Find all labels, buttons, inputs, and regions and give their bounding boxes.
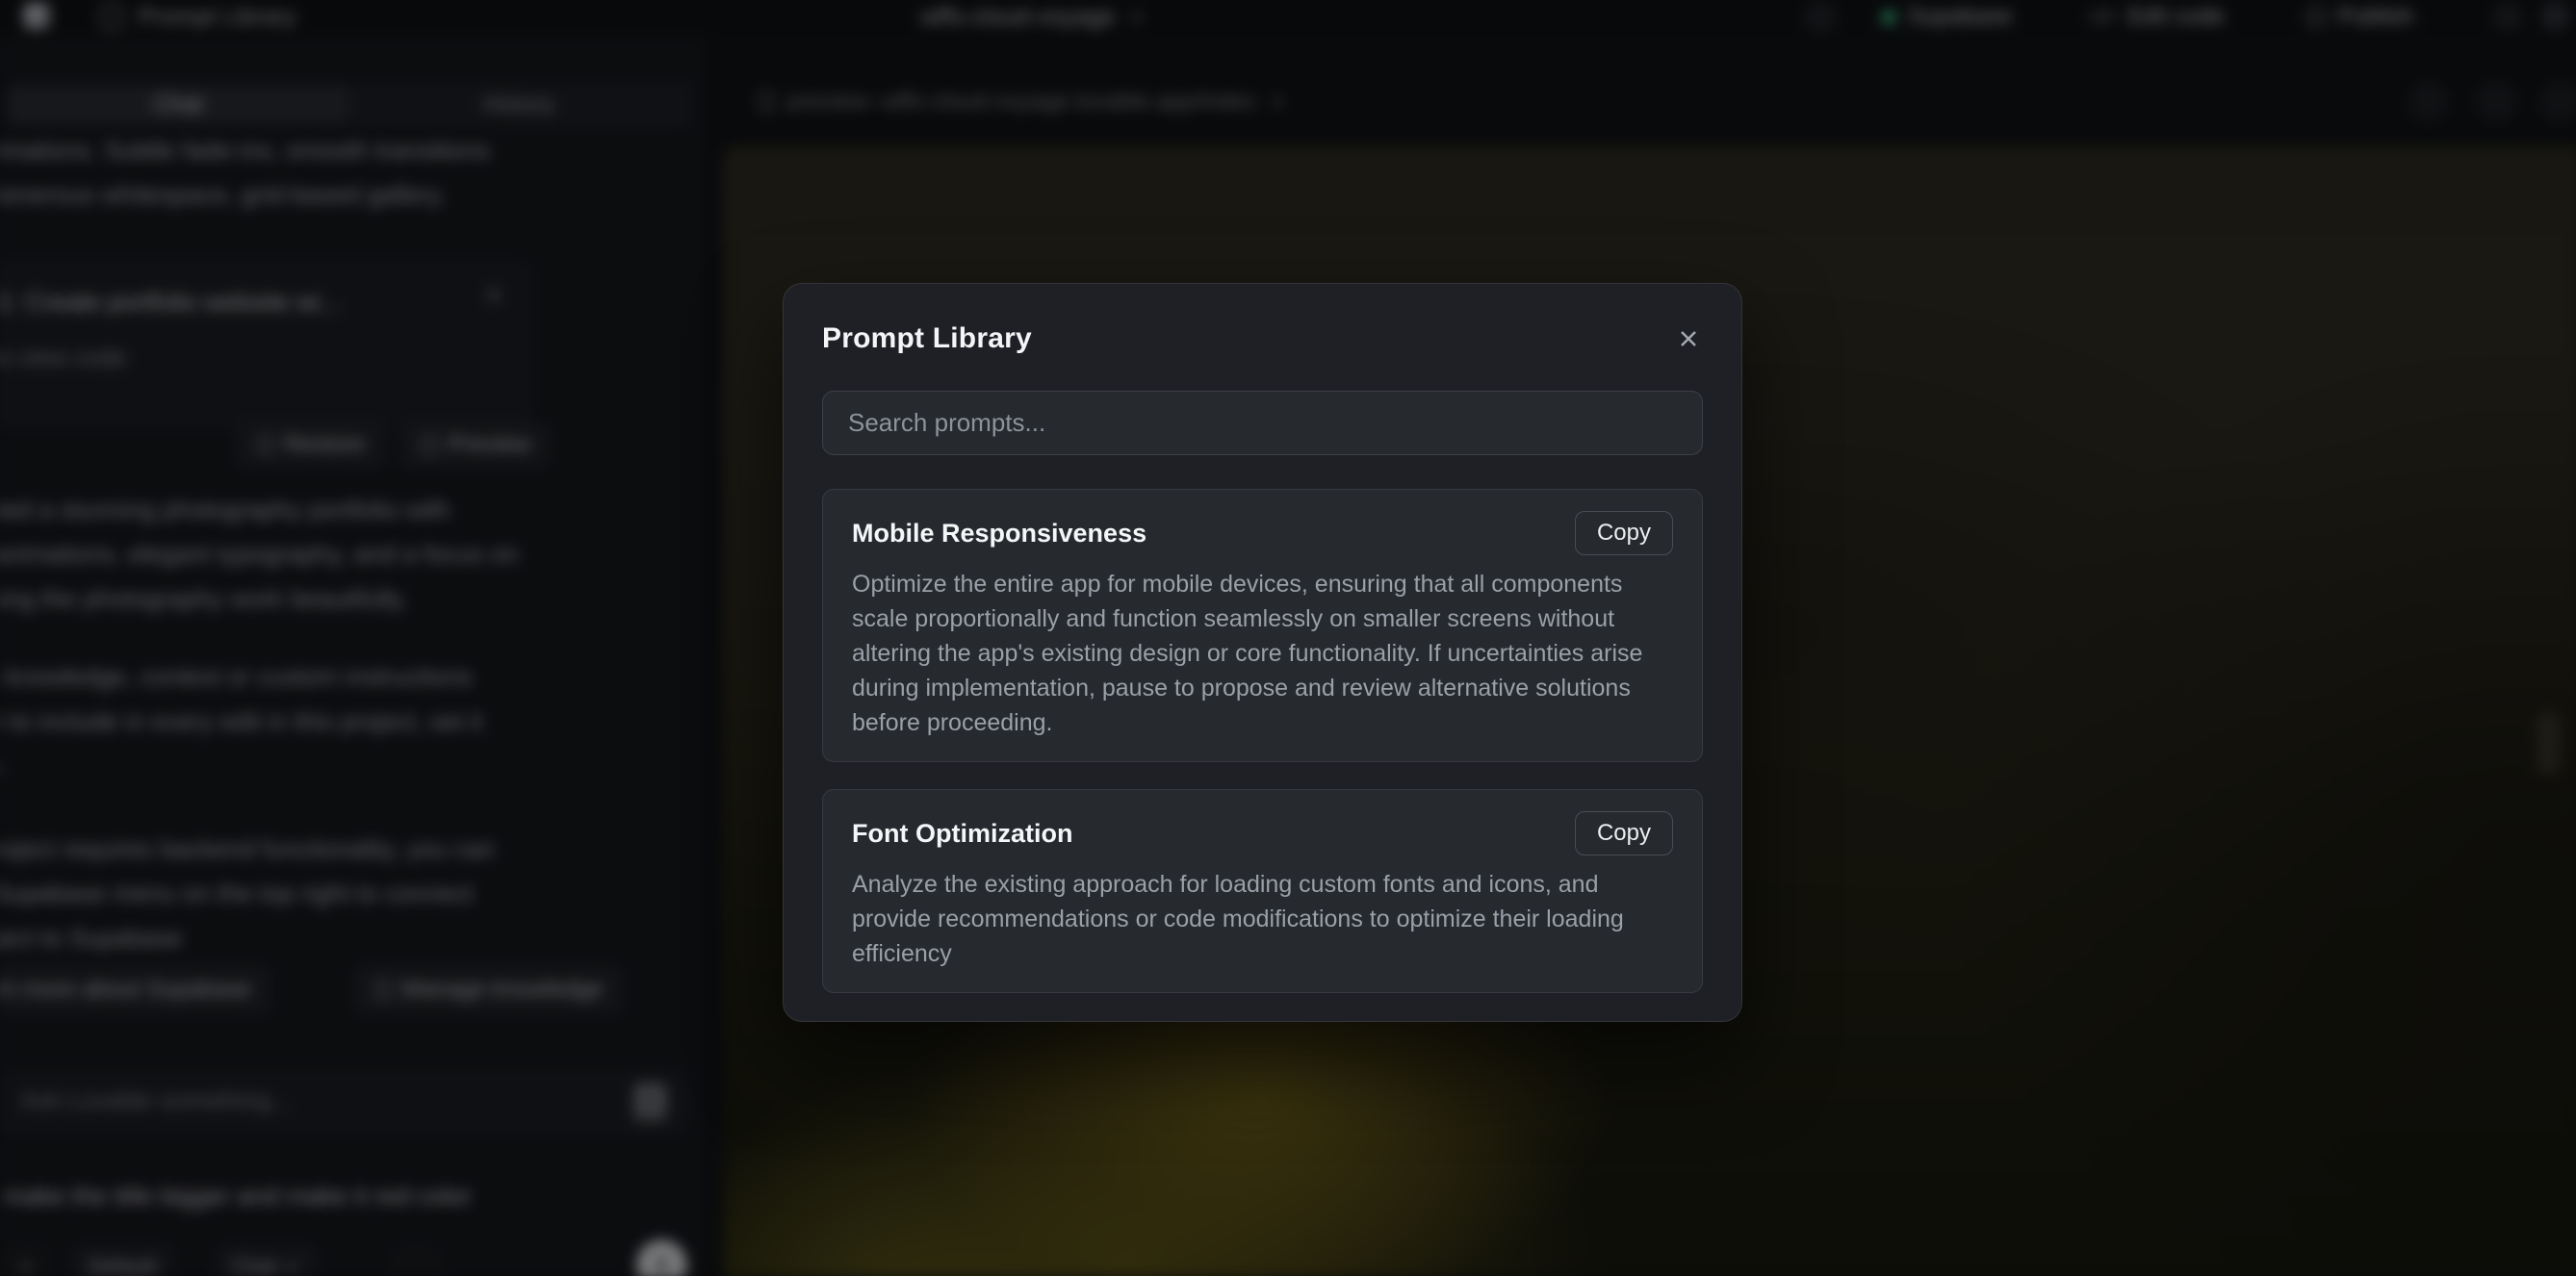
- prompt-list: Mobile Responsiveness Copy Optimize the …: [822, 489, 1703, 1011]
- app-root: Prompt Library wffs-cloud-voyage Supabas…: [0, 0, 2576, 1276]
- prompt-library-modal: Prompt Library Mobile Responsiveness Cop…: [783, 283, 1742, 1022]
- prompt-card-mobile-responsiveness: Mobile Responsiveness Copy Optimize the …: [822, 489, 1703, 762]
- prompt-description: Analyze the existing approach for loadin…: [852, 867, 1673, 971]
- modal-title: Prompt Library: [822, 322, 1032, 355]
- prompt-title: Font Optimization: [852, 819, 1072, 849]
- copy-button[interactable]: Copy: [1575, 511, 1673, 555]
- modal-close-button[interactable]: [1674, 324, 1703, 353]
- prompt-title: Mobile Responsiveness: [852, 519, 1146, 549]
- prompt-card-font-optimization: Font Optimization Copy Analyze the exist…: [822, 789, 1703, 993]
- modal-header: Prompt Library: [822, 319, 1703, 359]
- close-icon: [1677, 327, 1700, 350]
- search-prompts-input[interactable]: [822, 391, 1703, 455]
- prompt-description: Optimize the entire app for mobile devic…: [852, 567, 1673, 740]
- copy-button[interactable]: Copy: [1575, 811, 1673, 855]
